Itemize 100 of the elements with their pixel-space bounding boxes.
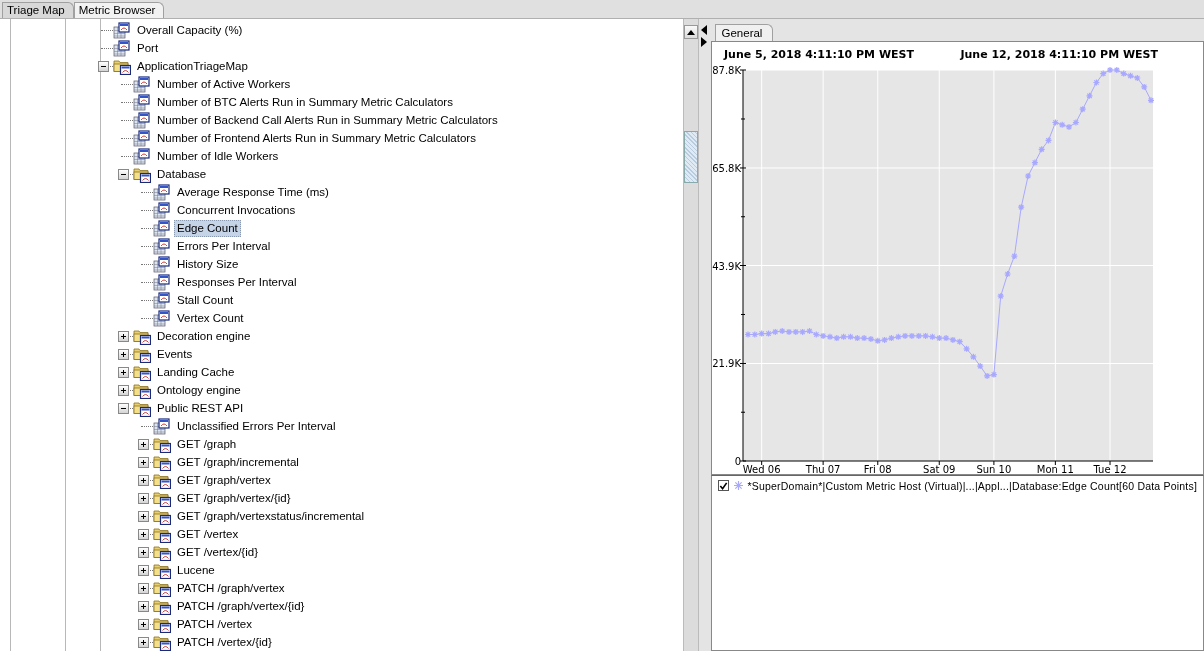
tree-item[interactable]: Lucene [174,561,218,579]
tree-item[interactable]: Public REST API [154,399,247,417]
folder-icon [133,381,151,399]
y-tick-label: 65.8K [711,162,741,174]
tree-item[interactable]: Database [154,165,210,183]
expand-toggle[interactable] [138,600,149,612]
x-tick-label: Wed 06 [742,464,780,474]
folder-icon [153,615,171,633]
x-tick-label: Mon 11 [1036,464,1074,474]
y-tick-label: 0 [734,456,741,467]
expand-toggle[interactable] [138,456,149,468]
folder-icon [133,345,151,363]
tree-item[interactable]: Concurrent Invocations [174,201,299,219]
tree-item[interactable]: PATCH /graph/vertex/{id} [174,597,308,615]
y-tick-label: 87.8K [711,65,741,76]
tree-item[interactable]: Landing Cache [154,363,238,381]
tree-item[interactable]: Edge Count [174,219,241,237]
folder-icon [153,471,171,489]
expand-toggle[interactable] [118,384,129,396]
tree-item[interactable]: Number of Active Workers [154,75,294,93]
range-start-date: June 5, 2018 4:11:10 PM WEST [723,48,914,61]
expand-toggle[interactable] [138,492,149,504]
x-tick-label: Tue 12 [1093,464,1126,474]
tree-item[interactable]: Number of Backend Call Alerts Run in Summary Metric Calculators [154,111,501,129]
gauge-window-icon [133,93,151,111]
tree-item[interactable]: ApplicationTriageMap [134,57,251,75]
tree-item[interactable]: Number of Frontend Alerts Run in Summary Metric Calculators [154,129,479,147]
folder-icon [153,579,171,597]
folder-icon [153,507,171,525]
expand-toggle[interactable] [138,528,149,540]
tree-item[interactable]: Vertex Count [174,309,247,327]
y-tick-label: 43.9K [711,260,741,272]
scroll-thumb[interactable] [683,131,698,183]
folder-icon [153,561,171,579]
gauge-window-icon [153,237,171,255]
legend-label: *SuperDomain*|Custom Metric Host (Virtual)|...|Appl...|Database:Edge Count[60 Data Points] [747,480,1197,492]
folder-icon [133,165,151,183]
expand-toggle[interactable] [118,366,129,378]
expand-toggle[interactable] [118,402,129,414]
expand-toggle[interactable] [138,438,149,450]
tree-item[interactable]: Overall Capacity (%) [134,21,246,39]
x-tick-label: Fri 08 [863,464,892,474]
expand-toggle[interactable] [138,474,149,486]
tree-item[interactable]: GET /vertex/{id} [174,543,261,561]
tree-item[interactable]: Decoration engine [154,327,254,345]
gauge-window-icon [153,219,171,237]
gauge-window-icon [153,273,171,291]
gauge-window-icon [133,111,151,129]
tab[interactable]: Metric Browser [73,2,165,18]
gauge-window-icon [113,39,131,57]
y-tick-label: 21.9K [711,358,741,370]
gauge-window-icon [133,75,151,93]
tree-item[interactable]: GET /graph/vertex/{id} [174,489,294,507]
folder-icon [153,453,171,471]
tree-item[interactable]: Number of BTC Alerts Run in Summary Metric Calculators [154,93,456,111]
expand-toggle[interactable] [118,168,129,180]
tree-item[interactable]: History Size [174,255,242,273]
tree-item[interactable]: GET /vertex [174,525,242,543]
expand-toggle[interactable] [138,636,149,648]
expand-toggle[interactable] [138,618,149,630]
scroll-up-button[interactable] [683,25,698,39]
tree-item[interactable]: Port [134,39,162,57]
expand-toggle[interactable] [138,582,149,594]
gauge-window-icon [133,129,151,147]
gauge-window-icon [133,147,151,165]
tree-item[interactable]: Average Response Time (ms) [174,183,332,201]
tree-item[interactable]: GET /graph/vertexstatus/incremental [174,507,368,525]
folder-icon [153,489,171,507]
expand-toggle[interactable] [118,330,129,342]
folder-icon [133,327,151,345]
expand-toggle[interactable] [138,546,149,558]
folder-icon [153,597,171,615]
tab[interactable]: Triage Map [2,2,74,18]
tree-item[interactable]: Unclassified Errors Per Interval [174,417,339,435]
tree-item[interactable]: PATCH /vertex/{id} [174,633,275,651]
folder-icon [113,57,131,75]
expand-toggle[interactable] [138,564,149,576]
tree-item[interactable]: Errors Per Interval [174,237,274,255]
tab[interactable]: General [714,24,774,42]
gauge-window-icon [153,255,171,273]
tree-item[interactable]: Number of Idle Workers [154,147,282,165]
legend-checkbox[interactable] [717,480,729,491]
x-tick-label: Sun 10 [975,464,1011,474]
gauge-window-icon [153,183,171,201]
gauge-window-icon [153,417,171,435]
tree-item[interactable]: Events [154,345,196,363]
tree-item[interactable]: Stall Count [174,291,237,309]
expand-toggle[interactable] [118,348,129,360]
tree-item[interactable]: PATCH /graph/vertex [174,579,288,597]
expand-toggle[interactable] [98,60,109,72]
gauge-window-icon [153,201,171,219]
tree-item[interactable]: GET /graph [174,435,240,453]
tree-item[interactable]: GET /graph/incremental [174,453,302,471]
tree-item[interactable]: GET /graph/vertex [174,471,274,489]
expand-toggle[interactable] [138,510,149,522]
tree-item[interactable]: PATCH /vertex [174,615,255,633]
tree-item[interactable]: Responses Per Interval [174,273,300,291]
folder-icon [133,363,151,381]
tree-item[interactable]: Ontology engine [154,381,244,399]
caret-up-icon [686,29,695,35]
